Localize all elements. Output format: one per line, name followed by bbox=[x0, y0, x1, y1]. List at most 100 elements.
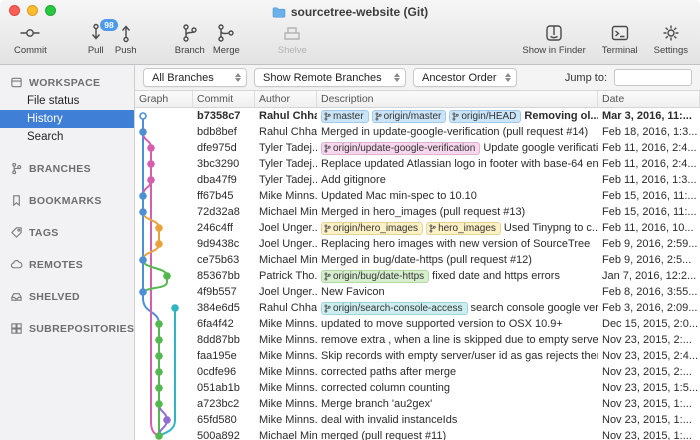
commit-author: Mike Minns... bbox=[255, 398, 317, 410]
branch-icon bbox=[375, 112, 382, 121]
pull-button[interactable]: 98Pull bbox=[85, 22, 107, 56]
column-header-graph[interactable]: Graph bbox=[135, 91, 193, 107]
sidebar-item-file-status[interactable]: File status bbox=[0, 92, 134, 110]
jump-to-label: Jump to: bbox=[565, 72, 607, 84]
table-row[interactable]: 500a892Michael Min...merged (pull reques… bbox=[135, 428, 700, 440]
titlebar: sourcetree-website (Git) bbox=[0, 0, 700, 20]
commit-date: Feb 15, 2016, 11:... bbox=[598, 190, 700, 202]
table-row[interactable]: 0cdfe96Mike Minns...corrected paths afte… bbox=[135, 364, 700, 380]
table-row[interactable]: 85367bbPatrick Tho...origin/bug/date-htt… bbox=[135, 268, 700, 284]
settings-button[interactable]: Settings bbox=[654, 22, 688, 56]
column-header-commit[interactable]: Commit bbox=[193, 91, 255, 107]
push-button[interactable]: Push bbox=[115, 22, 137, 56]
commit-table: b7358c7Rahul Chha...masterorigin/mastero… bbox=[135, 108, 700, 440]
table-row[interactable]: bdb8befRahul Chhab...Merged in update-go… bbox=[135, 124, 700, 140]
minimize-window-button[interactable] bbox=[27, 5, 38, 16]
commit-date: Feb 11, 2016, 2:4... bbox=[598, 158, 700, 170]
table-row[interactable]: 65fd580Mike Minns...deal with invalid in… bbox=[135, 412, 700, 428]
workspace-icon bbox=[10, 76, 23, 89]
commit-date: Feb 11, 2016, 2:4... bbox=[598, 142, 700, 154]
commit-author: Rahul Chhab... bbox=[255, 302, 317, 314]
sidebar-item-history[interactable]: History bbox=[0, 110, 134, 128]
commit-description: Replace updated Atlassian logo in footer… bbox=[317, 158, 598, 170]
branch-badge-label: master bbox=[333, 111, 364, 122]
commit-description: Skip records with empty server/user id a… bbox=[317, 350, 598, 362]
table-row[interactable]: 3bc3290Tyler Tadej...Replace updated Atl… bbox=[135, 156, 700, 172]
commit-message: Add gitignore bbox=[321, 174, 386, 186]
commit-author: Tyler Tadej... bbox=[255, 174, 317, 186]
commit-sha: 246c4ff bbox=[193, 222, 255, 234]
table-row[interactable]: 8dd87bbMike Minns...remove extra , when … bbox=[135, 332, 700, 348]
branch-icon bbox=[179, 22, 201, 44]
window-title: sourcetree-website (Git) bbox=[291, 5, 428, 19]
column-header-description[interactable]: Description bbox=[317, 91, 598, 107]
commit-description: Add gitignore bbox=[317, 174, 598, 186]
commit-sha: ce75b63 bbox=[193, 254, 255, 266]
table-row[interactable]: ce75b63Michael Min...Merged in bug/date-… bbox=[135, 252, 700, 268]
sidebar-section-branches[interactable]: BRANCHES bbox=[0, 159, 134, 178]
table-row[interactable]: b7358c7Rahul Chha...masterorigin/mastero… bbox=[135, 108, 700, 124]
settings-icon bbox=[660, 22, 682, 44]
sidebar-section-tags[interactable]: TAGS bbox=[0, 223, 134, 242]
commit-message: Update google verificati... bbox=[483, 142, 598, 154]
branch-badge: origin/HEAD bbox=[449, 110, 521, 123]
column-header-date[interactable]: Date bbox=[598, 91, 700, 107]
sidebar-section-bookmarks[interactable]: BOOKMARKS bbox=[0, 191, 134, 210]
commit-description: origin/hero_imageshero_imagesUsed Tinypn… bbox=[317, 222, 598, 235]
table-row[interactable]: 4f9b557Joel Unger...New FaviconFeb 8, 20… bbox=[135, 284, 700, 300]
remotes-icon bbox=[10, 258, 23, 271]
commit-date: Feb 3, 2016, 2:09... bbox=[598, 302, 700, 314]
table-row[interactable]: 6fa4f42Mike Minns...updated to move supp… bbox=[135, 316, 700, 332]
table-row[interactable]: 051ab1bMike Minns...corrected column cou… bbox=[135, 380, 700, 396]
commit-message: Merged in bug/date-https (pull request #… bbox=[321, 254, 532, 266]
table-row[interactable]: ff67b45Mike Minns...Updated Mac min-spec… bbox=[135, 188, 700, 204]
show-in-finder-button[interactable]: Show in Finder bbox=[522, 22, 585, 56]
merge-button[interactable]: Merge bbox=[213, 22, 240, 56]
commit-description: merged (pull request #11) bbox=[317, 430, 598, 440]
content: WORKSPACE File statusHistorySearch BRANCHE… bbox=[0, 65, 700, 440]
table-row[interactable]: 384e6d5Rahul Chhab...origin/search-conso… bbox=[135, 300, 700, 316]
commit-sha: 6fa4f42 bbox=[193, 318, 255, 330]
jump-to-input[interactable] bbox=[614, 69, 692, 86]
close-window-button[interactable] bbox=[9, 5, 20, 16]
toolbar-label: Branch bbox=[175, 45, 205, 56]
toolbar-label: Pull bbox=[88, 45, 104, 56]
branch-badge: origin/search-console-access bbox=[321, 302, 468, 315]
remote-branches-value: Show Remote Branches bbox=[263, 72, 382, 84]
commit-sha: 85367bb bbox=[193, 270, 255, 282]
table-row[interactable]: a723bc2Mike Minns...Merge branch 'au2gex… bbox=[135, 396, 700, 412]
table-row[interactable]: faa195eMike Minns...Skip records with em… bbox=[135, 348, 700, 364]
sidebar-section-label: BOOKMARKS bbox=[29, 195, 102, 207]
branch-filter-select[interactable]: All Branches bbox=[143, 68, 247, 87]
commit-message: Updated Mac min-spec to 10.10 bbox=[321, 190, 477, 202]
branch-badge: master bbox=[321, 110, 369, 123]
toolbar-label: Push bbox=[115, 45, 137, 56]
folder-icon bbox=[272, 7, 286, 18]
branch-badge-label: hero_images bbox=[438, 223, 496, 234]
table-row[interactable]: dba47f9Tyler Tadej...Add gitignoreFeb 11… bbox=[135, 172, 700, 188]
commit-rows: b7358c7Rahul Chha...masterorigin/mastero… bbox=[135, 108, 700, 440]
table-row[interactable]: 9d9438cJoel Unger...Replacing hero image… bbox=[135, 236, 700, 252]
sort-order-select[interactable]: Ancestor Order bbox=[413, 68, 517, 87]
zoom-window-button[interactable] bbox=[45, 5, 56, 16]
table-row[interactable]: 246c4ffJoel Unger...origin/hero_imageshe… bbox=[135, 220, 700, 236]
commit-sha: b7358c7 bbox=[193, 110, 255, 122]
branch-button[interactable]: Branch bbox=[175, 22, 205, 56]
commit-date: Feb 15, 2016, 11:... bbox=[598, 206, 700, 218]
sidebar-section-shelved[interactable]: SHELVED bbox=[0, 287, 134, 306]
terminal-button[interactable]: Terminal bbox=[602, 22, 638, 56]
table-row[interactable]: 72d32a8Michael Min...Merged in hero_imag… bbox=[135, 204, 700, 220]
sidebar-section-remotes[interactable]: REMOTES bbox=[0, 255, 134, 274]
branch-badge: origin/master bbox=[372, 110, 447, 123]
column-header-author[interactable]: Author bbox=[255, 91, 317, 107]
commit-message: Replace updated Atlassian logo in footer… bbox=[321, 158, 598, 170]
sidebar-section-label: WORKSPACE bbox=[29, 77, 100, 89]
commit-sha: ff67b45 bbox=[193, 190, 255, 202]
table-row[interactable]: dfe975dTyler Tadej...origin/update-googl… bbox=[135, 140, 700, 156]
sidebar-item-search[interactable]: Search bbox=[0, 128, 134, 146]
sidebar-section-subrepositories[interactable]: SUBREPOSITORIES bbox=[0, 319, 134, 338]
sidebar-section-workspace[interactable]: WORKSPACE bbox=[0, 73, 134, 92]
commit-button[interactable]: Commit bbox=[14, 22, 47, 56]
remote-branches-select[interactable]: Show Remote Branches bbox=[254, 68, 406, 87]
commit-description: Merged in bug/date-https (pull request #… bbox=[317, 254, 598, 266]
